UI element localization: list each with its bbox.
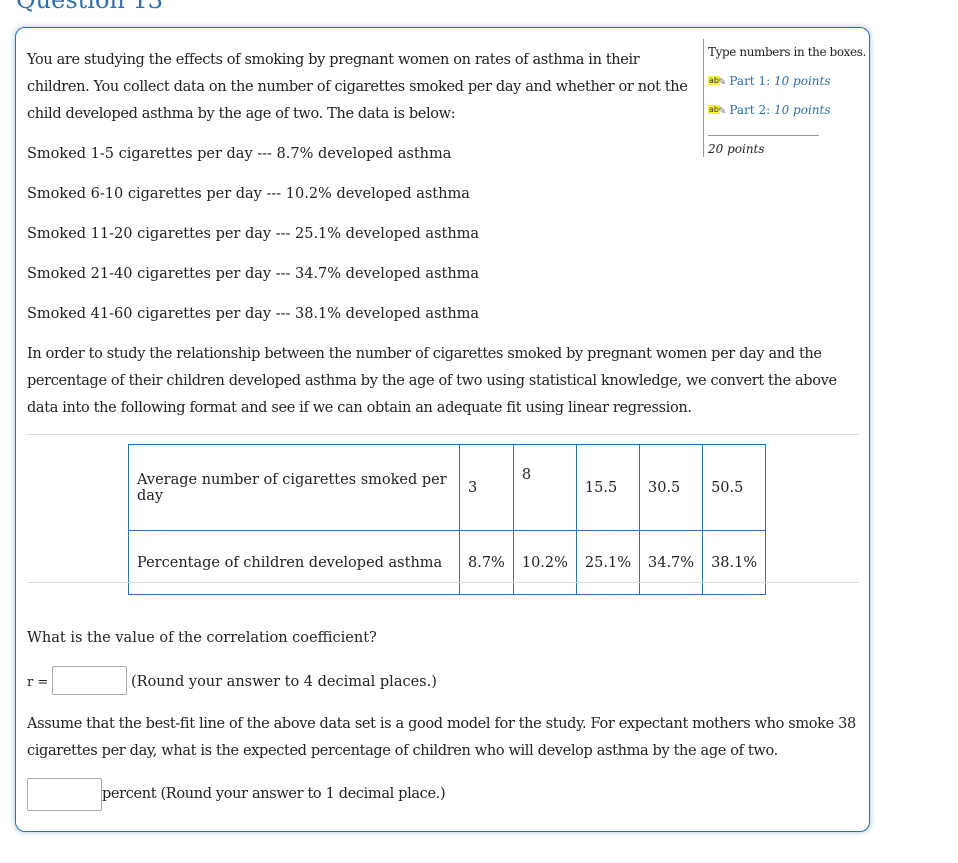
table-cell: 38.1% bbox=[702, 530, 767, 595]
conversion-line-3: data into the following format and see i… bbox=[27, 400, 692, 416]
part1-prompt: What is the value of the correlation coe… bbox=[27, 630, 377, 646]
points-sidebar: Type numbers in the boxes. ab✎ Part 1: 10… bbox=[703, 39, 866, 157]
sidebar-item-part-2[interactable]: ab✎ Part 2: 10 points bbox=[708, 103, 831, 117]
part1-hint: (Round your answer to 4 decimal places.) bbox=[131, 674, 437, 690]
part-label: Part 1: bbox=[729, 74, 771, 88]
row-label: Average number of cigarettes smoked per … bbox=[128, 444, 460, 531]
part-points: 10 points bbox=[773, 74, 831, 88]
divider bbox=[27, 582, 859, 583]
data-line-2: Smoked 6-10 cigarettes per day --- 10.2%… bbox=[27, 186, 470, 202]
instructions-text: Type numbers in the boxes. bbox=[708, 45, 866, 59]
data-line-1: Smoked 1-5 cigarettes per day --- 8.7% d… bbox=[27, 146, 452, 162]
conversion-line-2: percentage of their children developed a… bbox=[27, 373, 837, 389]
intro-line-1: You are studying the effects of smoking … bbox=[27, 52, 640, 68]
table-cell: 8.7% bbox=[459, 530, 514, 595]
part2-prompt-line-1: Assume that the best-fit line of the abo… bbox=[27, 716, 856, 732]
table-cell: 34.7% bbox=[638, 530, 704, 595]
question-card: You are studying the effects of smoking … bbox=[15, 27, 870, 832]
part2-suffix: percent (Round your answer to 1 decimal … bbox=[102, 786, 446, 802]
table-row: Percentage of children developed asthma … bbox=[128, 530, 767, 595]
data-table: Average number of cigarettes smoked per … bbox=[128, 444, 767, 595]
question-title: Question 13 bbox=[16, 0, 164, 14]
pencil-icon: ✎ bbox=[717, 106, 727, 117]
table-cell: 50.5 bbox=[702, 444, 767, 531]
table-cell: 10.2% bbox=[512, 530, 577, 595]
table-cell: 3 bbox=[459, 444, 514, 531]
conversion-line-1: In order to study the relationship betwe… bbox=[27, 346, 822, 362]
sidebar-divider bbox=[708, 135, 819, 136]
r-equals-label: r = bbox=[27, 675, 49, 690]
table-cell: 30.5 bbox=[638, 444, 704, 531]
sidebar-item-part-1[interactable]: ab✎ Part 1: 10 points bbox=[708, 74, 831, 88]
table-row: Average number of cigarettes smoked per … bbox=[128, 444, 767, 531]
data-line-3: Smoked 11-20 cigarettes per day --- 25.1… bbox=[27, 226, 480, 242]
divider bbox=[27, 434, 859, 435]
intro-line-3: child developed asthma by the age of two… bbox=[27, 106, 456, 122]
table-cell: 25.1% bbox=[575, 530, 641, 595]
row-label: Percentage of children developed asthma bbox=[128, 530, 460, 595]
part-points: 10 points bbox=[773, 103, 831, 117]
expected-percentage-input[interactable] bbox=[27, 778, 102, 811]
part2-prompt-line-2: cigarettes per day, what is the expected… bbox=[27, 743, 778, 759]
total-points: 20 points bbox=[708, 142, 765, 156]
table-cell: 15.5 bbox=[575, 444, 641, 531]
part-label: Part 2: bbox=[729, 103, 771, 117]
data-line-5: Smoked 41-60 cigarettes per day --- 38.1… bbox=[27, 306, 480, 322]
intro-line-2: children. You collect data on the number… bbox=[27, 79, 688, 95]
table-cell: 8 bbox=[512, 444, 577, 531]
correlation-coefficient-input[interactable] bbox=[52, 666, 127, 695]
data-line-4: Smoked 21-40 cigarettes per day --- 34.7… bbox=[27, 266, 480, 282]
pencil-icon: ✎ bbox=[717, 77, 727, 88]
